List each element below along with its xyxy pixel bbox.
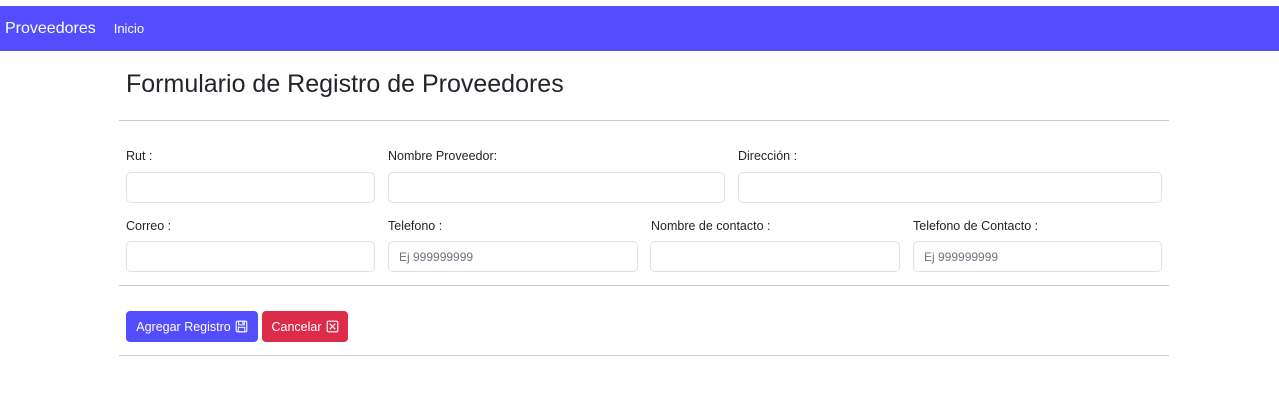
page-title: Formulario de Registro de Proveedores <box>126 70 564 98</box>
divider-bottom <box>119 355 1169 356</box>
nombre-proveedor-label: Nombre Proveedor: <box>388 149 498 163</box>
navbar: Proveedores Inicio <box>0 6 1279 51</box>
agregar-registro-label: Agregar Registro <box>136 319 231 334</box>
cancelar-button[interactable]: Cancelar <box>262 311 348 342</box>
divider-middle <box>119 285 1169 286</box>
divider-top <box>119 120 1169 121</box>
navbar-brand[interactable]: Proveedores <box>5 20 96 38</box>
direccion-input[interactable] <box>738 172 1162 203</box>
nombre-proveedor-input[interactable] <box>388 172 725 203</box>
telefono-input[interactable] <box>388 241 638 272</box>
telefono-contacto-label: Telefono de Contacto : <box>913 219 1039 233</box>
rut-input[interactable] <box>126 172 375 203</box>
nav-link-inicio[interactable]: Inicio <box>114 21 144 36</box>
nombre-contacto-input[interactable] <box>650 241 900 272</box>
rut-label: Rut : <box>126 149 153 163</box>
nombre-contacto-label: Nombre de contacto : <box>651 219 771 233</box>
direccion-label: Dirección : <box>738 149 798 163</box>
agregar-registro-button[interactable]: Agregar Registro <box>126 311 258 342</box>
correo-label: Correo : <box>126 219 172 233</box>
close-box-icon <box>326 320 339 333</box>
correo-input[interactable] <box>126 241 375 272</box>
floppy-disk-icon <box>235 320 248 333</box>
telefono-contacto-input[interactable] <box>913 241 1162 272</box>
telefono-label: Telefono : <box>388 219 443 233</box>
cancelar-label: Cancelar <box>271 319 322 334</box>
